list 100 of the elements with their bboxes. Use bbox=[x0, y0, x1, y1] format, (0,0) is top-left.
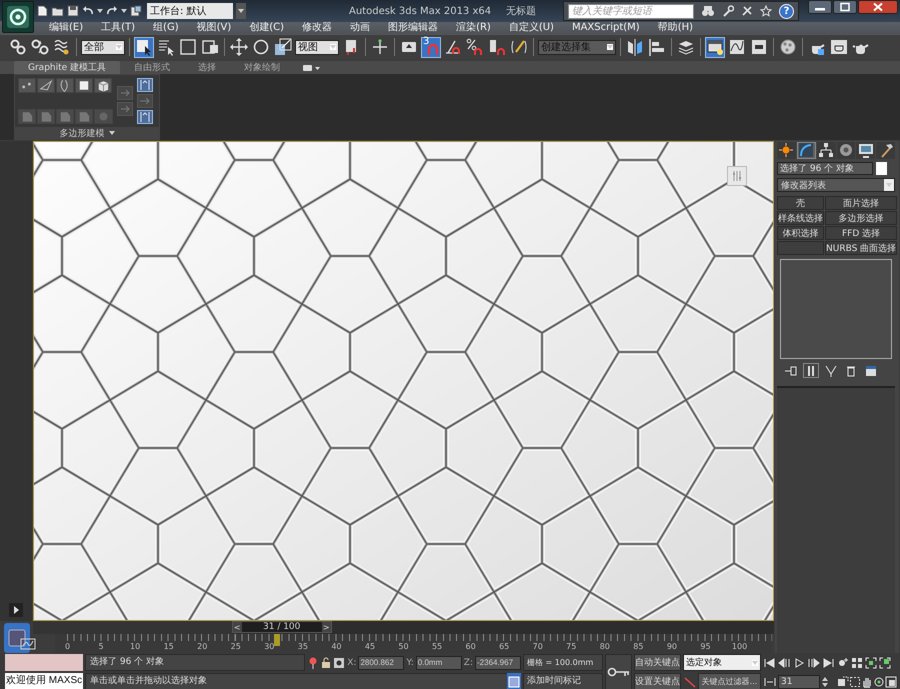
expand-button[interactable] bbox=[9, 603, 23, 617]
help-button[interactable]: ? bbox=[779, 4, 794, 18]
minimize-icon[interactable] bbox=[808, 0, 832, 14]
menu-item[interactable]: 图形编辑器 bbox=[379, 22, 448, 34]
object-name-field[interactable]: 选择了 96 个 对象 bbox=[777, 162, 873, 175]
spinner[interactable] bbox=[822, 674, 829, 688]
ribbon-button[interactable] bbox=[137, 78, 153, 92]
coordinate-field[interactable]: 0.0mm bbox=[416, 656, 462, 670]
panel-tab[interactable] bbox=[856, 142, 876, 158]
menu-item[interactable]: 渲染(R) bbox=[447, 22, 500, 34]
menu-item[interactable]: 自定义(U) bbox=[500, 22, 563, 34]
menu-item[interactable]: 帮助(H) bbox=[648, 22, 702, 34]
ribbon-tab[interactable]: 对象绘制 bbox=[230, 61, 294, 74]
viewport-nav-button[interactable] bbox=[885, 674, 897, 688]
frame-field[interactable]: 31 bbox=[778, 674, 820, 688]
set-key-mode-button[interactable]: 设置关键点 bbox=[634, 673, 681, 689]
menu-item[interactable]: 工具(T) bbox=[92, 22, 144, 34]
coordinate-field[interactable]: -2364.967 bbox=[475, 656, 521, 670]
menu-item[interactable]: 创建(C) bbox=[240, 22, 294, 34]
menu-item[interactable]: 视图(V) bbox=[188, 22, 240, 34]
menu-item[interactable]: MAXScript(M) bbox=[562, 22, 649, 34]
toolbar-button[interactable] bbox=[251, 36, 271, 58]
new-file-icon[interactable] bbox=[36, 5, 48, 17]
viewport-nav-button[interactable] bbox=[849, 674, 861, 688]
modifier-list-dropdown[interactable]: 修改器列表 bbox=[777, 178, 895, 192]
viewport-nav-button[interactable] bbox=[837, 674, 849, 688]
time-tag-field[interactable]: 添加时间标记 bbox=[523, 673, 603, 689]
modifier-button[interactable]: 面片选择 bbox=[825, 196, 898, 210]
save-icon[interactable] bbox=[67, 5, 79, 17]
selection-set-field[interactable]: 创建选择集 bbox=[538, 40, 616, 54]
star-icon[interactable] bbox=[760, 5, 772, 17]
playback-button[interactable] bbox=[763, 656, 775, 670]
set-key-button[interactable] bbox=[605, 654, 632, 689]
time-tag-button[interactable] bbox=[507, 673, 521, 689]
wrench-icon[interactable] bbox=[722, 5, 734, 17]
open-folder-icon[interactable] bbox=[51, 5, 64, 17]
key-filters-button[interactable]: 关键点过滤器... bbox=[698, 673, 761, 689]
viewport-nav-button[interactable] bbox=[873, 674, 885, 688]
toolbar-button[interactable] bbox=[8, 36, 28, 58]
binoculars-icon[interactable] bbox=[701, 5, 715, 17]
workspace-dropdown[interactable]: 工作台: 默认 bbox=[147, 3, 233, 19]
ribbon-button[interactable] bbox=[37, 78, 55, 93]
dropdown[interactable]: 视图 bbox=[295, 40, 339, 54]
color-swatch[interactable] bbox=[876, 162, 887, 175]
mini-curve-button[interactable] bbox=[4, 623, 30, 653]
toolbar-button[interactable] bbox=[625, 36, 645, 58]
modifier-button[interactable]: 多边形选择 bbox=[825, 211, 898, 225]
lock-button[interactable] bbox=[320, 656, 332, 670]
viewport-nav-button[interactable] bbox=[879, 656, 891, 670]
modifier-button[interactable]: FFD 选择 bbox=[825, 226, 898, 240]
ribbon-tab[interactable]: 选择 bbox=[184, 61, 230, 74]
caret-icon[interactable] bbox=[121, 8, 127, 14]
project-folder-icon[interactable] bbox=[130, 5, 142, 17]
application-button[interactable] bbox=[2, 1, 34, 33]
toolbar-button[interactable] bbox=[705, 36, 725, 58]
panel-tab[interactable] bbox=[777, 142, 796, 158]
toolbar-button[interactable] bbox=[778, 36, 798, 58]
auto-key-button[interactable]: 自动关键点 bbox=[634, 654, 681, 671]
menu-item[interactable]: 编辑(E) bbox=[40, 22, 92, 34]
ribbon-tab[interactable]: Graphite 建模工具 bbox=[14, 61, 120, 74]
maximize-icon[interactable] bbox=[833, 0, 857, 14]
toolbar-button[interactable] bbox=[647, 36, 667, 58]
playback-button[interactable] bbox=[778, 656, 790, 670]
ribbon-button[interactable] bbox=[137, 110, 153, 124]
playback-button[interactable] bbox=[808, 656, 820, 670]
caret-icon[interactable] bbox=[97, 8, 103, 14]
redo-icon[interactable] bbox=[106, 5, 118, 17]
viewport-nav-button[interactable] bbox=[851, 656, 863, 670]
toolbar-button[interactable]: 3 bbox=[421, 36, 441, 58]
panel-title-button[interactable]: 多边形建模 bbox=[15, 127, 159, 139]
search-field[interactable]: 键入关键字或短语 bbox=[568, 4, 694, 18]
toolbar-button[interactable] bbox=[30, 36, 50, 58]
panel-tab[interactable] bbox=[816, 142, 836, 158]
ribbon-button[interactable] bbox=[56, 78, 74, 93]
modifier-stack[interactable] bbox=[780, 259, 892, 359]
toolbar-button[interactable] bbox=[134, 36, 154, 58]
toolbar-button[interactable] bbox=[178, 36, 198, 58]
script-listener-output[interactable]: 欢迎使用 MAXSc bbox=[5, 673, 83, 689]
menu-item[interactable]: 动画 bbox=[341, 22, 380, 34]
dropdown[interactable]: 全部 bbox=[81, 40, 125, 54]
panel-tab[interactable] bbox=[836, 142, 856, 158]
menu-item[interactable]: 组(G) bbox=[144, 22, 188, 34]
key-set-dropdown[interactable]: 选定对象 bbox=[683, 654, 761, 671]
modifier-button[interactable]: NURBS 曲面选择 bbox=[825, 241, 898, 255]
stack-button[interactable] bbox=[803, 363, 819, 378]
stack-button[interactable] bbox=[823, 363, 839, 378]
toolbar-button[interactable] bbox=[273, 36, 293, 58]
viewport-nav-button[interactable] bbox=[865, 656, 877, 670]
close-icon[interactable] bbox=[858, 0, 898, 14]
ribbon-button[interactable] bbox=[18, 78, 36, 93]
panel-tab[interactable] bbox=[876, 142, 895, 158]
ribbon-button[interactable] bbox=[94, 78, 112, 93]
modifier-button[interactable]: 壳 bbox=[777, 196, 824, 210]
absolute-mode-button[interactable] bbox=[333, 656, 346, 670]
playback-button[interactable] bbox=[793, 656, 805, 670]
script-listener-field[interactable] bbox=[5, 654, 83, 671]
modifier-button[interactable]: 体积选择 bbox=[777, 226, 824, 240]
ribbon-tab[interactable]: 自由形式 bbox=[120, 61, 184, 74]
modifier-button[interactable]: 样条线选择 bbox=[777, 211, 824, 225]
undo-icon[interactable] bbox=[82, 5, 94, 17]
